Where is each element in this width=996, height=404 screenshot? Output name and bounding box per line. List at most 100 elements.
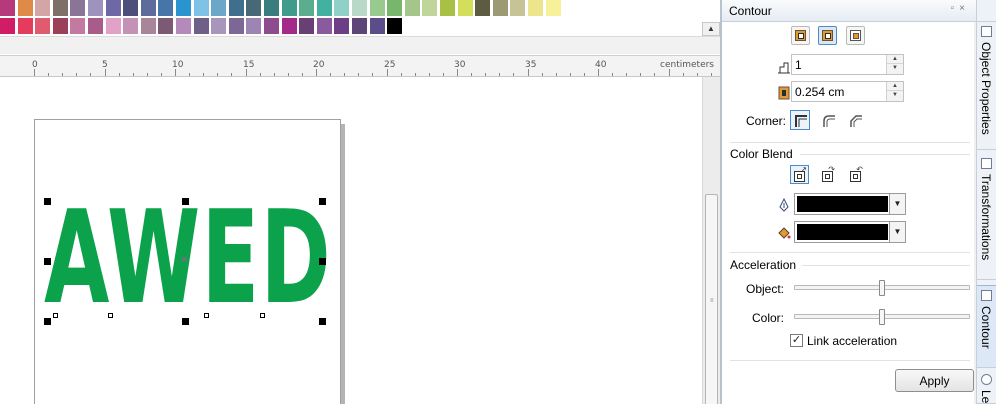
palette-swatch[interactable]: [316, 0, 333, 17]
palette-swatch[interactable]: [158, 0, 175, 17]
palette-swatch[interactable]: [70, 18, 87, 35]
object-acceleration-slider[interactable]: [794, 280, 970, 298]
palette-swatch[interactable]: [211, 18, 228, 35]
palette-swatch[interactable]: [158, 18, 175, 35]
palette-swatch[interactable]: [316, 18, 333, 35]
palette-swatch[interactable]: [193, 18, 210, 35]
link-acceleration-checkbox[interactable]: ✓: [790, 334, 803, 347]
spin-up-icon[interactable]: ▲: [887, 82, 903, 91]
palette-swatch[interactable]: [475, 0, 492, 17]
node-handle[interactable]: [53, 313, 58, 318]
selection-handle[interactable]: [44, 198, 51, 205]
to-center-button[interactable]: [791, 26, 810, 45]
palette-swatch[interactable]: [422, 0, 439, 17]
counterclockwise-blend-button[interactable]: ↶: [846, 165, 865, 184]
steps-stepper[interactable]: ▲ ▼: [791, 54, 904, 75]
palette-swatch[interactable]: [35, 18, 52, 35]
palette-swatch[interactable]: [299, 0, 316, 17]
palette-swatch[interactable]: [492, 0, 509, 17]
selection-handle[interactable]: [319, 198, 326, 205]
palette-swatch[interactable]: [281, 0, 298, 17]
palette-swatch[interactable]: [528, 0, 544, 17]
tab-transformations[interactable]: Transformations: [977, 150, 996, 280]
slider-thumb[interactable]: [879, 280, 885, 296]
palette-swatch[interactable]: [140, 18, 157, 35]
palette-swatch[interactable]: [246, 18, 263, 35]
palette-swatch[interactable]: [35, 0, 52, 17]
palette-swatch[interactable]: [545, 0, 562, 17]
palette-swatch[interactable]: [387, 18, 404, 35]
palette-swatch[interactable]: [105, 18, 122, 35]
selection-handle[interactable]: [182, 198, 189, 205]
node-handle[interactable]: [108, 313, 113, 318]
offset-stepper[interactable]: ▲ ▼: [791, 81, 904, 102]
palette-swatch[interactable]: [440, 0, 456, 17]
docker-controls[interactable]: ▫×: [951, 3, 970, 14]
scrollbar-thumb[interactable]: ≡: [705, 194, 718, 404]
outline-color-picker[interactable]: ▼: [794, 193, 906, 215]
palette-swatch[interactable]: [457, 0, 474, 17]
slider-thumb[interactable]: [879, 309, 885, 325]
palette-swatch[interactable]: [193, 0, 210, 17]
palette-swatch[interactable]: [176, 18, 192, 35]
bevel-corner-button[interactable]: [845, 110, 865, 130]
palette-swatch[interactable]: [264, 0, 280, 17]
palette-swatch[interactable]: [387, 0, 404, 17]
palette-swatch[interactable]: [123, 18, 140, 35]
outside-button[interactable]: [846, 26, 865, 45]
palette-swatch[interactable]: [228, 0, 245, 17]
miter-corner-button[interactable]: [790, 110, 810, 130]
palette-swatch[interactable]: [70, 0, 87, 17]
palette-swatch[interactable]: [176, 0, 192, 17]
palette-swatch[interactable]: [281, 18, 298, 35]
palette-swatch[interactable]: [52, 18, 69, 35]
node-handle[interactable]: [260, 313, 265, 318]
palette-swatch[interactable]: [0, 18, 16, 35]
palette-swatch[interactable]: [228, 18, 245, 35]
vertical-scrollbar[interactable]: ≡: [702, 77, 720, 404]
palette-swatch[interactable]: [0, 0, 16, 17]
fill-color-picker[interactable]: ▼: [794, 221, 906, 243]
tab-contour[interactable]: Contour: [977, 285, 996, 368]
chevron-down-icon[interactable]: ▼: [889, 194, 905, 214]
palette-swatch[interactable]: [88, 18, 104, 35]
selection-handle[interactable]: [182, 318, 189, 325]
linear-blend-button[interactable]: ↗: [790, 165, 809, 184]
palette-swatch[interactable]: [299, 18, 316, 35]
steps-spin-buttons[interactable]: ▲ ▼: [886, 55, 903, 74]
apply-button[interactable]: Apply: [895, 369, 974, 392]
tab-object-properties[interactable]: Object Properties: [977, 22, 996, 150]
round-corner-button[interactable]: [818, 110, 838, 130]
spin-down-icon[interactable]: ▼: [887, 64, 903, 73]
spin-down-icon[interactable]: ▼: [887, 91, 903, 100]
selection-handle[interactable]: [319, 258, 326, 265]
steps-input[interactable]: [792, 55, 886, 74]
palette-swatch[interactable]: [123, 0, 140, 17]
text-object[interactable]: AWED: [44, 195, 331, 323]
palette-swatch[interactable]: [88, 0, 104, 17]
palette-swatch[interactable]: [334, 18, 351, 35]
ruler-scroll-arrow[interactable]: ▲: [702, 22, 720, 36]
selection-handle[interactable]: [319, 318, 326, 325]
palette-swatch[interactable]: [140, 0, 157, 17]
palette-swatch[interactable]: [264, 18, 280, 35]
palette-swatch[interactable]: [17, 0, 34, 17]
palette-swatch[interactable]: [17, 18, 34, 35]
offset-input[interactable]: [792, 82, 886, 101]
palette-swatch[interactable]: [352, 0, 368, 17]
selection-handle[interactable]: [44, 318, 51, 325]
spin-up-icon[interactable]: ▲: [887, 55, 903, 64]
node-handle[interactable]: [204, 313, 209, 318]
palette-swatch[interactable]: [404, 0, 421, 17]
palette-swatch[interactable]: [369, 18, 386, 35]
palette-swatch[interactable]: [105, 0, 122, 17]
offset-spin-buttons[interactable]: ▲ ▼: [886, 82, 903, 101]
palette-swatch[interactable]: [246, 0, 263, 17]
tab-partial[interactable]: Le: [977, 370, 996, 404]
selection-handle[interactable]: [44, 258, 51, 265]
palette-swatch[interactable]: [334, 0, 351, 17]
chevron-down-icon[interactable]: ▼: [889, 222, 905, 242]
palette-swatch[interactable]: [352, 18, 368, 35]
inside-button[interactable]: [818, 26, 837, 45]
color-acceleration-slider[interactable]: [794, 309, 970, 327]
